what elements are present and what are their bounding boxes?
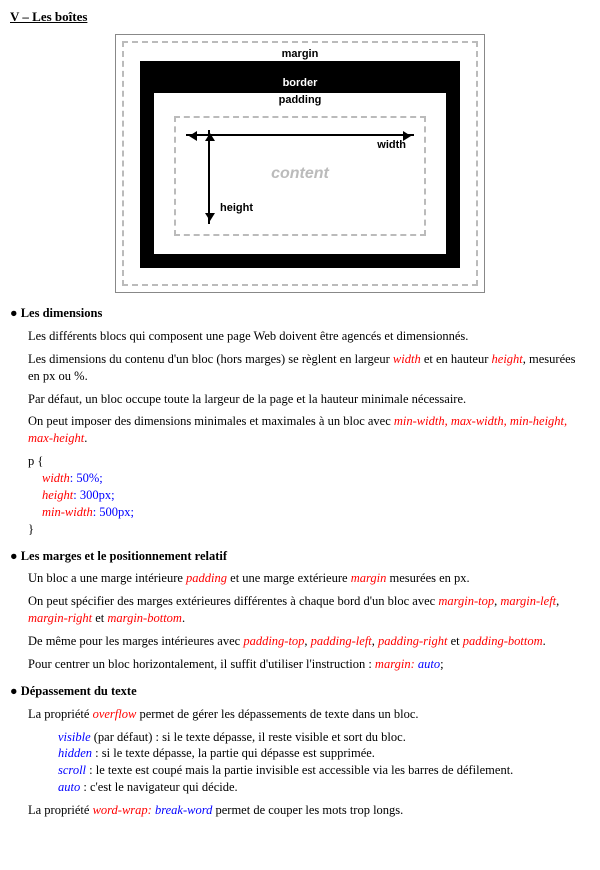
margin-label: margin <box>140 47 460 62</box>
code-block: p { width: 50%; height: 300px; min-width… <box>28 453 590 537</box>
keyword-width: width <box>393 352 421 366</box>
text: et <box>92 611 107 625</box>
overflow-values-list: visible (par défaut) : si le texte dépas… <box>58 729 590 797</box>
margin-box: margin border padding width height conte… <box>122 41 478 287</box>
keyword-height: height <box>492 352 523 366</box>
list-item: auto : c'est le navigateur qui décide. <box>58 779 590 796</box>
paragraph: Un bloc a une marge intérieure padding e… <box>28 570 590 587</box>
paragraph: Par défaut, un bloc occupe toute la larg… <box>28 391 590 408</box>
keyword: margin: <box>375 657 418 671</box>
code-line: p { <box>28 453 590 470</box>
text: De même pour les marges intérieures avec <box>28 634 243 648</box>
value-hidden: hidden <box>58 746 92 760</box>
height-arrow <box>208 130 210 224</box>
val: : 500px; <box>93 505 134 519</box>
list-item: scroll : le texte est coupé mais la part… <box>58 762 590 779</box>
list-item: visible (par défaut) : si le texte dépas… <box>58 729 590 746</box>
value-visible: visible <box>58 730 91 744</box>
list-item: hidden : si le texte dépasse, la partie … <box>58 745 590 762</box>
text: , <box>556 594 559 608</box>
section-heading-margins: Les marges et le positionnement relatif <box>10 548 590 565</box>
prop: height <box>42 488 73 502</box>
text: et en hauteur <box>421 352 492 366</box>
text: permet de couper les mots trop longs. <box>212 803 403 817</box>
content-box: width height content <box>174 116 426 236</box>
text: Les dimensions du contenu d'un bloc (hor… <box>28 352 393 366</box>
text: ; <box>440 657 443 671</box>
keyword: padding-left <box>311 634 372 648</box>
paragraph: Les différents blocs qui composent une p… <box>28 328 590 345</box>
text: . <box>84 431 87 445</box>
text: La propriété <box>28 803 93 817</box>
border-label: border <box>154 75 446 93</box>
section-heading-overflow: Dépassement du texte <box>10 683 590 700</box>
value-break-word: break-word <box>155 803 212 817</box>
diagram-frame: margin border padding width height conte… <box>115 34 485 294</box>
code-line: } <box>28 521 590 538</box>
value-scroll: scroll <box>58 763 86 777</box>
text: : si le texte dépasse, la partie qui dép… <box>92 746 375 760</box>
section-heading-dimensions: Les dimensions <box>10 305 590 322</box>
keyword: padding-right <box>378 634 447 648</box>
code-line: width: 50%; <box>42 470 590 487</box>
width-arrow <box>186 134 414 136</box>
box-model-diagram: margin border padding width height conte… <box>10 34 590 294</box>
paragraph: On peut imposer des dimensions minimales… <box>28 413 590 447</box>
keyword-padding: padding <box>186 571 227 585</box>
val: : 50%; <box>70 471 103 485</box>
paragraph: On peut spécifier des marges extérieures… <box>28 593 590 627</box>
paragraph: Pour centrer un bloc horizontalement, il… <box>28 656 590 673</box>
paragraph: La propriété overflow permet de gérer le… <box>28 706 590 723</box>
code-line: min-width: 500px; <box>42 504 590 521</box>
paragraph: La propriété word-wrap: break-word perme… <box>28 802 590 819</box>
keyword: margin-top <box>438 594 494 608</box>
text: et une marge extérieure <box>227 571 351 585</box>
border-box: border padding width height content <box>140 61 460 268</box>
keyword: padding-top <box>243 634 304 648</box>
text: : le texte est coupé mais la partie invi… <box>86 763 513 777</box>
paragraph: De même pour les marges intérieures avec… <box>28 633 590 650</box>
text: Pour centrer un bloc horizontalement, il… <box>28 657 375 671</box>
keyword: margin-bottom <box>107 611 182 625</box>
text: Un bloc a une marge intérieure <box>28 571 186 585</box>
width-label: width <box>377 138 406 153</box>
keyword: margin-right <box>28 611 92 625</box>
text: mesurées en px. <box>386 571 469 585</box>
text: et <box>447 634 462 648</box>
text: On peut imposer des dimensions minimales… <box>28 414 394 428</box>
keyword: margin-left <box>500 594 556 608</box>
content-label: content <box>271 163 329 185</box>
keyword-margin: margin <box>351 571 387 585</box>
value-auto: auto <box>58 780 80 794</box>
padding-label: padding <box>174 93 426 108</box>
text: (par défaut) : si le texte dépasse, il r… <box>91 730 406 744</box>
code-line: height: 300px; <box>42 487 590 504</box>
text: . <box>543 634 546 648</box>
prop: min-width <box>42 505 93 519</box>
prop: width <box>42 471 70 485</box>
text: On peut spécifier des marges extérieures… <box>28 594 438 608</box>
paragraph: Les dimensions du contenu d'un bloc (hor… <box>28 351 590 385</box>
val: : 300px; <box>73 488 114 502</box>
text: . <box>182 611 185 625</box>
keyword: padding-bottom <box>463 634 543 648</box>
page-title: V – Les boîtes <box>10 8 590 26</box>
height-label: height <box>220 201 253 216</box>
keyword-overflow: overflow <box>93 707 137 721</box>
text: : c'est le navigateur qui décide. <box>80 780 237 794</box>
keyword-auto: auto <box>418 657 440 671</box>
keyword-wordwrap: word-wrap: <box>93 803 155 817</box>
text: La propriété <box>28 707 93 721</box>
text: permet de gérer les dépassements de text… <box>136 707 418 721</box>
